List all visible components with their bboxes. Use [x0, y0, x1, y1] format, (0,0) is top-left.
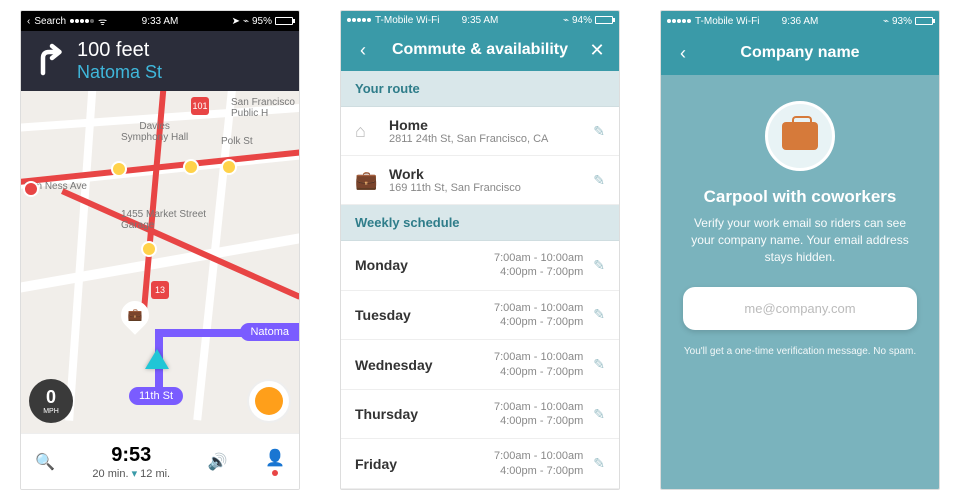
schedule-row[interactable]: Friday 7:00am - 10:00am4:00pm - 7:00pm ✎: [341, 439, 619, 489]
phone-commute: T-Mobile Wi-Fi 9:35 AM ⌁ 94% ‹ Commute &…: [340, 10, 620, 490]
street-label: Polk St: [221, 136, 253, 147]
battery-icon: [275, 17, 293, 25]
vehicle-cursor-icon: [145, 349, 169, 369]
signal-dots-icon: [347, 18, 371, 22]
screen-header: ‹ Commute & availability ✕: [341, 30, 619, 71]
back-button[interactable]: ‹: [671, 43, 695, 64]
status-battery: 93%: [892, 16, 912, 27]
street-pill: Natoma: [240, 323, 299, 341]
day-times: 7:00am - 10:00am4:00pm - 7:00pm: [494, 301, 583, 330]
signal-dots-icon: [667, 19, 691, 23]
section-weekly-schedule: Weekly schedule: [341, 205, 619, 241]
day-times: 7:00am - 10:00am4:00pm - 7:00pm: [494, 350, 583, 379]
route-shield: 13: [151, 281, 169, 299]
schedule-row[interactable]: Thursday 7:00am - 10:00am4:00pm - 7:00pm…: [341, 390, 619, 440]
day-times: 7:00am - 10:00am4:00pm - 7:00pm: [494, 251, 583, 280]
sound-icon[interactable]: 🔊: [208, 452, 228, 472]
back-chevron-icon[interactable]: ‹: [27, 16, 30, 27]
status-carrier: Search: [34, 16, 66, 27]
alert-icon[interactable]: [23, 181, 39, 197]
hazard-icon[interactable]: [111, 161, 127, 177]
wifi-icon: ᯤ: [98, 14, 107, 28]
status-time: 9:35 AM: [462, 15, 499, 26]
report-icon: [255, 387, 283, 415]
battery-icon: [595, 16, 613, 24]
status-bar: T-Mobile Wi-Fi 9:36 AM ⌁ 93%: [661, 11, 939, 31]
hazard-icon[interactable]: [183, 159, 199, 175]
eta-details: 20 min. ▾ 12 mi.: [92, 467, 170, 480]
bluetooth-icon: ⌁: [563, 15, 569, 26]
turn-right-icon: [31, 43, 67, 79]
work-icon: 💼: [355, 170, 377, 191]
status-carrier: T-Mobile Wi-Fi: [695, 16, 759, 27]
battery-icon: [915, 17, 933, 25]
nav-street: Natoma St: [77, 62, 162, 83]
back-button[interactable]: ‹: [351, 40, 375, 61]
briefcase-icon: [782, 122, 818, 150]
edit-icon[interactable]: ✎: [593, 406, 605, 423]
section-your-route: Your route: [341, 71, 619, 107]
status-carrier: T-Mobile Wi-Fi: [375, 15, 439, 26]
eta-time: 9:53: [92, 444, 170, 467]
day-name: Wednesday: [355, 357, 494, 373]
phone-navigation: ‹ Search ᯤ 9:33 AM ➤ ⌁ 95% 100 feet Nato…: [20, 10, 300, 490]
edit-icon[interactable]: ✎: [593, 257, 605, 274]
map-canvas[interactable]: Van Ness Ave Davies Symphony Hall Polk S…: [21, 91, 299, 433]
status-bar: T-Mobile Wi-Fi 9:35 AM ⌁ 94%: [341, 11, 619, 30]
carpool-desc: Verify your work email so riders can see…: [683, 215, 917, 265]
day-name: Monday: [355, 257, 494, 273]
header-title: Commute & availability: [375, 41, 585, 59]
home-icon: ⌂: [355, 121, 377, 142]
speed-gauge[interactable]: 0 MPH: [29, 379, 73, 423]
nav-instruction[interactable]: 100 feet Natoma St: [21, 31, 299, 91]
edit-icon[interactable]: ✎: [593, 455, 605, 472]
nav-distance: 100 feet: [77, 39, 162, 62]
schedule-row[interactable]: Wednesday 7:00am - 10:00am4:00pm - 7:00p…: [341, 340, 619, 390]
status-bar: ‹ Search ᯤ 9:33 AM ➤ ⌁ 95%: [21, 11, 299, 31]
location-icon: ➤: [232, 16, 240, 27]
company-avatar: [765, 101, 835, 171]
user-pin-icon[interactable]: 💼: [115, 295, 155, 335]
route-work-row[interactable]: 💼 Work 169 11th St, San Francisco ✎: [341, 156, 619, 205]
hazard-icon[interactable]: [221, 159, 237, 175]
schedule-row[interactable]: Monday 7:00am - 10:00am4:00pm - 7:00pm ✎: [341, 241, 619, 291]
day-name: Thursday: [355, 406, 494, 422]
profile-icon[interactable]: 👤: [265, 448, 285, 476]
close-button[interactable]: ✕: [585, 40, 609, 61]
eta-footer: 🔍 9:53 20 min. ▾ 12 mi. 🔊 👤: [21, 433, 299, 489]
phone-company: T-Mobile Wi-Fi 9:36 AM ⌁ 93% ‹ Company n…: [660, 10, 940, 490]
header-title: Company name: [695, 44, 905, 62]
route-home-row[interactable]: ⌂ Home 2811 24th St, San Francisco, CA ✎: [341, 107, 619, 156]
carpool-title: Carpool with coworkers: [704, 187, 897, 207]
screen-header: ‹ Company name: [661, 31, 939, 75]
bluetooth-icon: ⌁: [883, 16, 889, 27]
day-times: 7:00am - 10:00am4:00pm - 7:00pm: [494, 400, 583, 429]
status-time: 9:36 AM: [782, 16, 819, 27]
schedule-row[interactable]: Tuesday 7:00am - 10:00am4:00pm - 7:00pm …: [341, 291, 619, 341]
route-shield: 101: [191, 97, 209, 115]
hazard-icon[interactable]: [141, 241, 157, 257]
report-button[interactable]: [247, 379, 291, 423]
day-name: Friday: [355, 456, 494, 472]
day-name: Tuesday: [355, 307, 494, 323]
company-body: Carpool with coworkers Verify your work …: [661, 75, 939, 489]
status-battery: 95%: [252, 16, 272, 27]
edit-icon[interactable]: ✎: [593, 356, 605, 373]
email-input[interactable]: me@company.com: [683, 287, 917, 330]
edit-icon[interactable]: ✎: [593, 123, 605, 140]
signal-dots-icon: [70, 19, 94, 23]
status-time: 9:33 AM: [142, 16, 179, 27]
status-battery: 94%: [572, 15, 592, 26]
search-icon[interactable]: 🔍: [35, 452, 55, 472]
day-times: 7:00am - 10:00am4:00pm - 7:00pm: [494, 449, 583, 478]
street-pill: 11th St: [129, 387, 183, 405]
fine-print: You'll get a one-time verification messa…: [684, 346, 916, 357]
street-label: San Francisco Public H: [231, 97, 295, 119]
street-label: 1455 Market Street Garage: [121, 209, 206, 231]
edit-icon[interactable]: ✎: [593, 172, 605, 189]
edit-icon[interactable]: ✎: [593, 306, 605, 323]
bluetooth-icon: ⌁: [243, 16, 249, 27]
street-label: Davies Symphony Hall: [121, 121, 188, 143]
